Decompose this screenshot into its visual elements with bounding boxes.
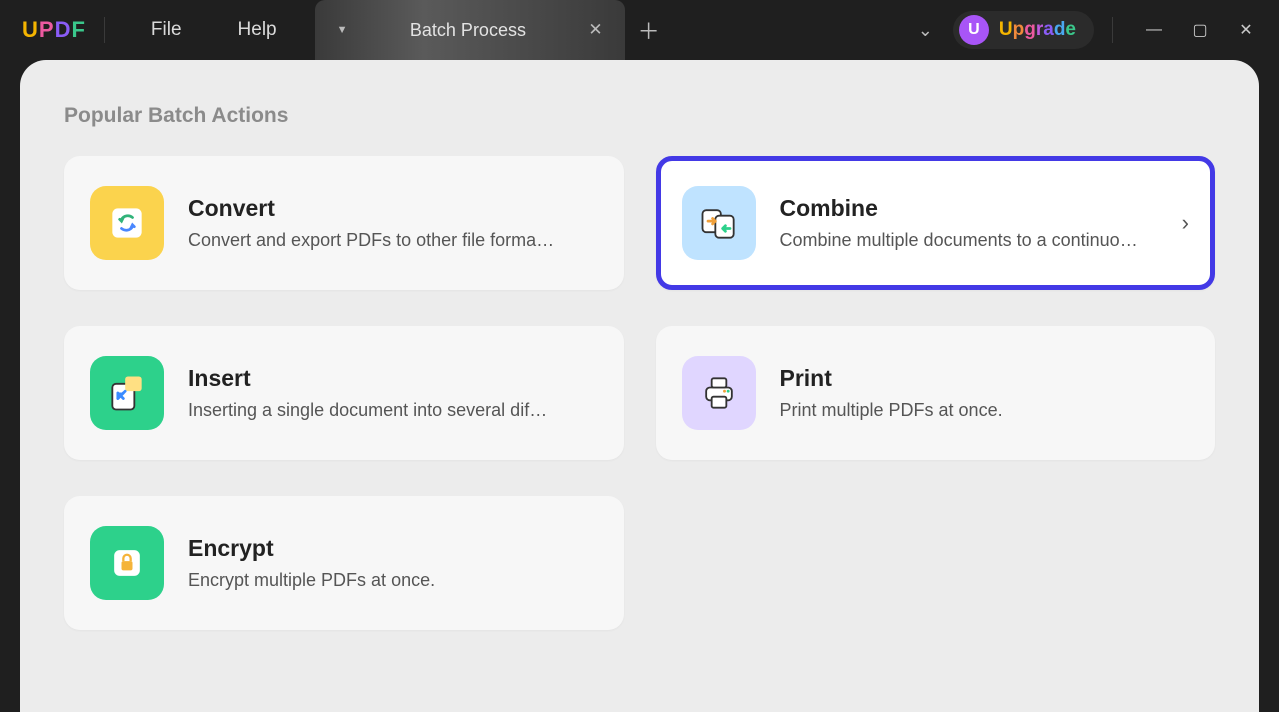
window-maximize-icon[interactable]: ▢ — [1177, 20, 1223, 40]
convert-icon — [90, 186, 164, 260]
avatar: U — [959, 15, 989, 45]
upgrade-button[interactable]: U Upgrade — [953, 11, 1094, 49]
card-desc: Combine multiple documents to a continuo… — [780, 230, 1150, 251]
window-minimize-icon[interactable]: — — [1131, 21, 1177, 39]
tab-title: Batch Process — [362, 20, 575, 41]
card-title: Insert — [188, 365, 598, 392]
menu-help[interactable]: Help — [210, 19, 305, 41]
action-card-encrypt[interactable]: Encrypt Encrypt multiple PDFs at once. — [64, 496, 624, 630]
card-title: Encrypt — [188, 535, 598, 562]
window-close-icon[interactable]: ✕ — [1223, 20, 1269, 40]
print-icon — [682, 356, 756, 430]
divider — [104, 17, 105, 43]
action-card-convert[interactable]: Convert Convert and export PDFs to other… — [64, 156, 624, 290]
titlebar: UPDF File Help ▼ Batch Process ✕ ＋ ⌄ U U… — [0, 0, 1279, 60]
tab-close-icon[interactable]: ✕ — [588, 20, 602, 40]
app-logo: UPDF — [22, 17, 86, 43]
page-body: Popular Batch Actions Convert Convert an… — [20, 60, 1259, 712]
card-desc: Convert and export PDFs to other file fo… — [188, 230, 598, 251]
upgrade-label: Upgrade — [999, 19, 1076, 41]
tab-menu-icon[interactable]: ▼ — [337, 24, 348, 36]
card-title: Print — [780, 365, 1190, 392]
card-desc: Encrypt multiple PDFs at once. — [188, 570, 598, 591]
action-card-insert[interactable]: Insert Inserting a single document into … — [64, 326, 624, 460]
card-title: Convert — [188, 195, 598, 222]
card-desc: Inserting a single document into several… — [188, 400, 598, 421]
card-desc: Print multiple PDFs at once. — [780, 400, 1190, 421]
tabs-overflow-icon[interactable]: ⌄ — [898, 20, 953, 41]
tab-batch-process[interactable]: ▼ Batch Process ✕ — [315, 0, 625, 60]
action-card-print[interactable]: Print Print multiple PDFs at once. — [656, 326, 1216, 460]
card-title: Combine — [780, 195, 1150, 222]
insert-icon — [90, 356, 164, 430]
action-card-combine[interactable]: Combine Combine multiple documents to a … — [656, 156, 1216, 290]
section-title: Popular Batch Actions — [64, 104, 1215, 128]
combine-icon — [682, 186, 756, 260]
divider — [1112, 17, 1113, 43]
actions-grid: Convert Convert and export PDFs to other… — [64, 156, 1215, 630]
menu-file[interactable]: File — [123, 19, 210, 41]
titlebar-right: ⌄ U Upgrade — ▢ ✕ — [898, 0, 1269, 60]
tabstrip: ▼ Batch Process ✕ ＋ — [315, 0, 673, 60]
chevron-right-icon: › — [1174, 210, 1189, 236]
encrypt-icon — [90, 526, 164, 600]
tab-add-button[interactable]: ＋ — [625, 0, 673, 60]
